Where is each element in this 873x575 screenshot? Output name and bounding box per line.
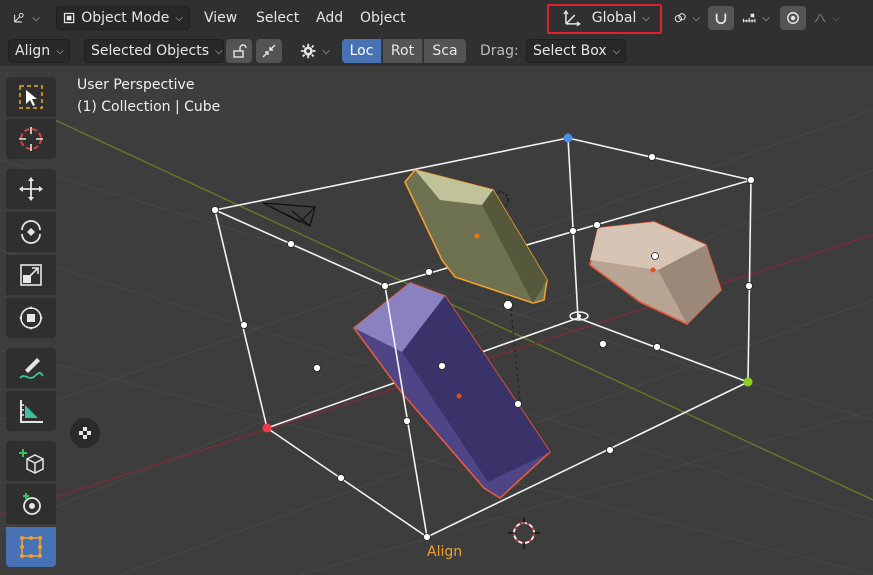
- move-tool[interactable]: [6, 169, 56, 209]
- gizmo-label: Align: [427, 544, 463, 560]
- tool-settings-bar: Align ⌵ Selected Objects ⌵ ⌵ Loc Rot Sca…: [0, 36, 873, 67]
- chevron-down-icon: ⌵: [692, 12, 700, 24]
- measure-tool[interactable]: [6, 391, 56, 431]
- menu-select[interactable]: Select: [250, 6, 305, 30]
- falloff-curve-icon: [814, 13, 826, 23]
- checker-icon: [79, 427, 91, 439]
- orientation-highlight-box: [547, 4, 662, 34]
- measure-icon: [20, 400, 43, 423]
- unlock-icon: [233, 44, 247, 58]
- viewport-header: ⌵ Object Mode ⌵ View Select Add Object G…: [0, 0, 873, 36]
- falloff-dropdown[interactable]: ⌵: [808, 6, 846, 30]
- chevron-down-icon: ⌵: [612, 45, 621, 57]
- menu-object[interactable]: Object: [354, 6, 412, 30]
- cage-tool[interactable]: [6, 527, 56, 567]
- move-icon: [19, 177, 43, 201]
- magnet-icon: [715, 13, 727, 25]
- scale-tool[interactable]: [6, 255, 56, 295]
- mode-label: Object Mode: [81, 10, 170, 26]
- shear-icon: [23, 493, 41, 515]
- pivot-point-dropdown[interactable]: ⌵: [668, 6, 706, 30]
- mode-dropdown[interactable]: Object Mode ⌵: [56, 6, 190, 30]
- select-box-icon: [19, 85, 43, 109]
- align-dropdown[interactable]: Align ⌵: [8, 39, 70, 63]
- proportional-edit-icon: [787, 12, 799, 24]
- chevron-down-icon: ⌵: [832, 12, 840, 24]
- proportional-edit-toggle[interactable]: [780, 6, 806, 30]
- green-object[interactable]: [404, 169, 548, 304]
- 3d-viewport[interactable]: User Perspective (1) Collection | Cube A…: [0, 66, 873, 575]
- select-box-tool[interactable]: [6, 77, 56, 117]
- chevron-down-icon: ⌵: [215, 45, 223, 57]
- gear-icon: [300, 43, 316, 59]
- rotate-tool[interactable]: [6, 212, 56, 252]
- quick-favorites-button[interactable]: [70, 418, 100, 448]
- view-name: User Perspective: [77, 77, 195, 93]
- 3d-cursor-icon: [508, 517, 540, 549]
- collapse-button[interactable]: [256, 39, 282, 63]
- link-icon: [674, 13, 686, 23]
- options-dropdown[interactable]: ⌵: [294, 39, 336, 63]
- y-corner-handle[interactable]: [743, 377, 753, 387]
- rotate-icon: [21, 220, 41, 244]
- selected-objects-label: Selected Objects: [91, 43, 210, 59]
- rot-toggle[interactable]: Rot: [383, 39, 423, 63]
- loc-toggle[interactable]: Loc: [342, 39, 382, 63]
- transform-icon: [19, 306, 43, 330]
- pivot-center: [577, 314, 581, 318]
- drag-dropdown[interactable]: Select Box ⌵: [526, 39, 626, 63]
- snap-target-dropdown[interactable]: ⌵: [736, 6, 776, 30]
- beige-object[interactable]: [589, 221, 722, 325]
- annotate-icon: [19, 358, 44, 379]
- align-label: Align: [15, 43, 51, 59]
- annotate-tool[interactable]: [6, 348, 56, 388]
- add-cube-icon: [19, 449, 44, 474]
- drag-value: Select Box: [533, 43, 607, 59]
- chevron-down-icon: ⌵: [762, 12, 770, 24]
- chevron-down-icon: ⌵: [322, 45, 330, 57]
- chevron-down-icon: ⌵: [175, 12, 183, 24]
- lock-button[interactable]: [226, 39, 252, 63]
- snap-toggle[interactable]: [708, 6, 734, 30]
- collection-label: (1) Collection | Cube: [77, 99, 221, 115]
- editor-type-button[interactable]: ⌵: [6, 6, 46, 30]
- menu-add[interactable]: Add: [310, 6, 349, 30]
- add-cube-tool[interactable]: [6, 441, 56, 481]
- z-corner-handle[interactable]: [563, 133, 573, 143]
- scale-icon: [20, 264, 42, 286]
- cursor-tool[interactable]: [6, 119, 56, 159]
- collapse-arrows-icon: [262, 44, 276, 58]
- drag-label: Drag:: [480, 43, 519, 59]
- camera-object[interactable]: [262, 202, 317, 227]
- shear-tool[interactable]: [6, 484, 56, 524]
- x-corner-handle[interactable]: [262, 423, 272, 433]
- affect-dropdown[interactable]: Selected Objects ⌵: [84, 39, 224, 63]
- viewport-canvas: [0, 109, 873, 575]
- chevron-down-icon: ⌵: [56, 45, 64, 57]
- transform-axes-icon: [14, 12, 24, 23]
- chevron-down-icon: ⌵: [32, 12, 40, 24]
- sca-toggle[interactable]: Sca: [424, 39, 466, 63]
- snap-increment-icon: [742, 13, 756, 23]
- cage-icon: [20, 536, 42, 558]
- object-mode-icon: [63, 12, 75, 24]
- transform-tool[interactable]: [6, 298, 56, 338]
- cursor-icon: [19, 127, 43, 151]
- menu-view[interactable]: View: [198, 6, 243, 30]
